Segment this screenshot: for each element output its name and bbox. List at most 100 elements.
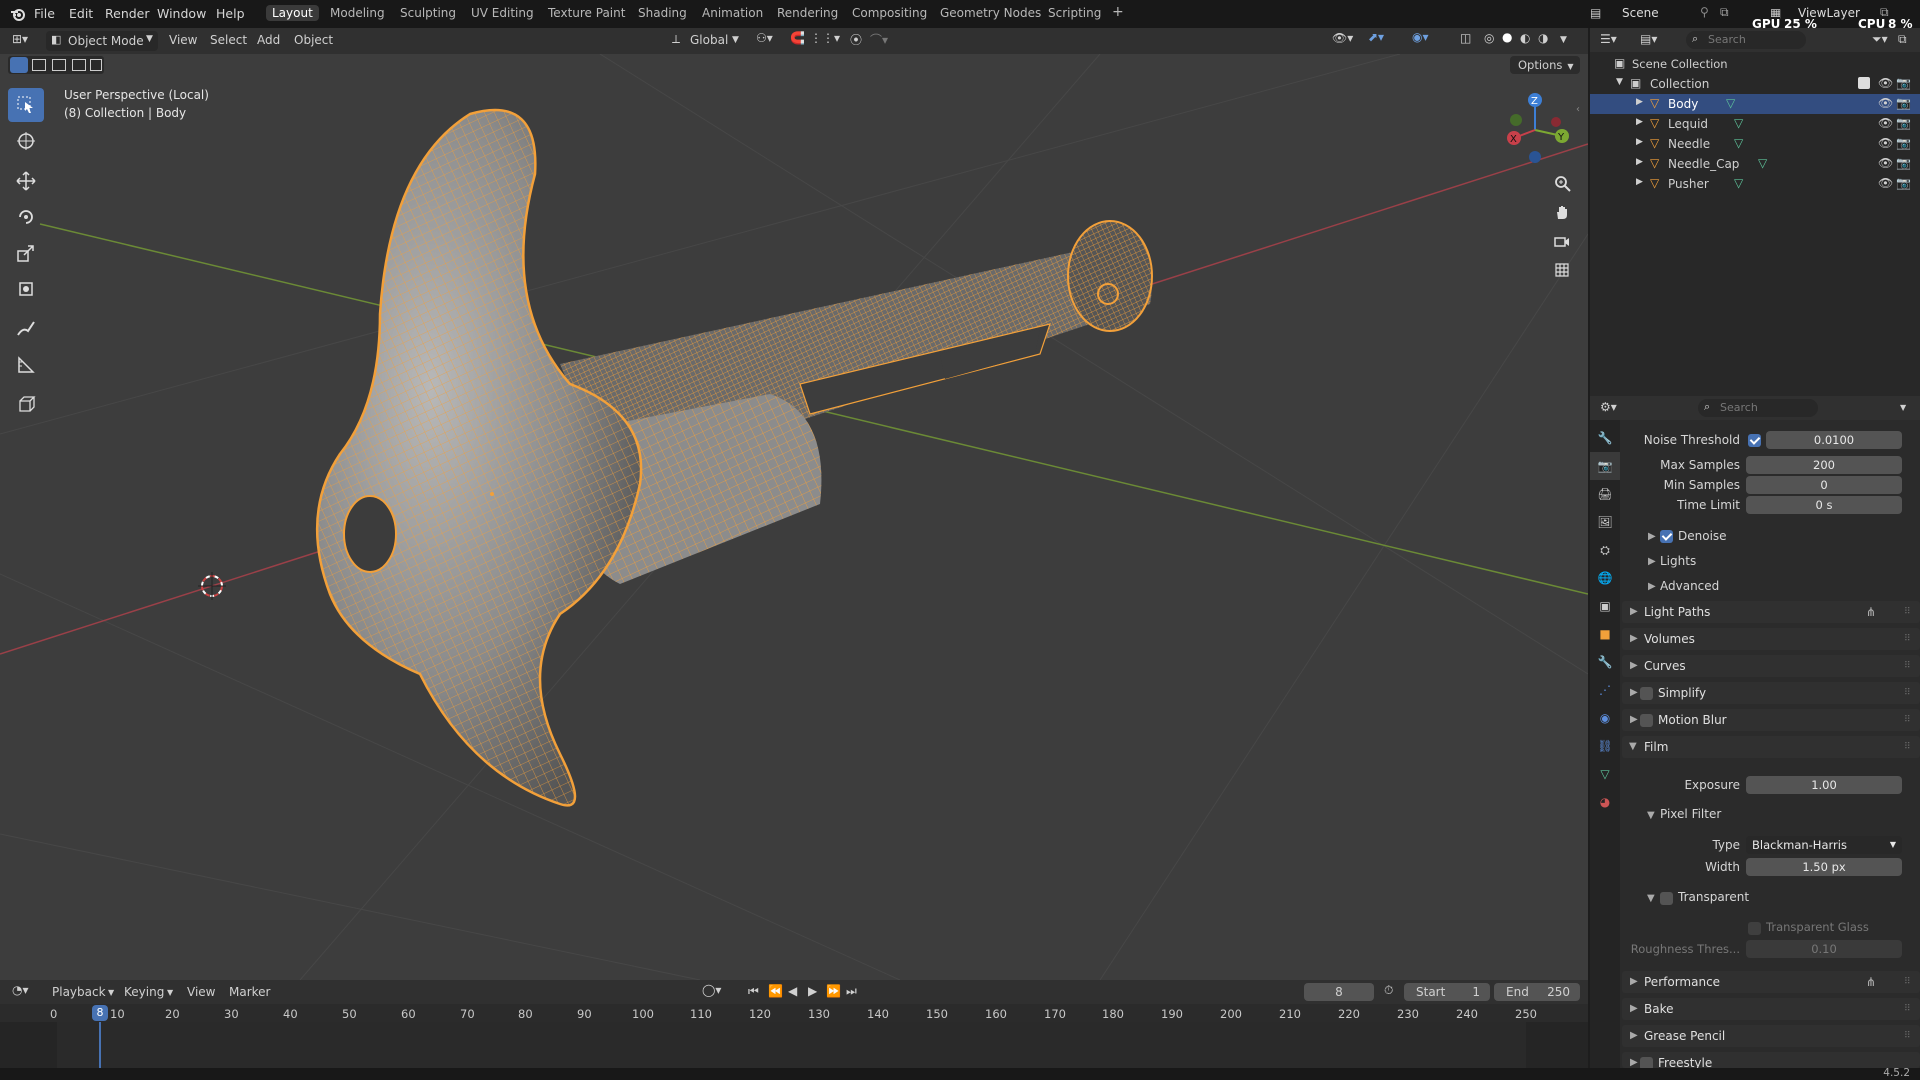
- camera-icon[interactable]: 📷: [1896, 116, 1911, 130]
- volumes-panel[interactable]: ▶ Volumes ⠿: [1622, 628, 1920, 650]
- exclude-checkbox[interactable]: [1858, 77, 1870, 89]
- menu-file[interactable]: File: [34, 6, 55, 21]
- data-tab-icon[interactable]: ▽: [1590, 760, 1620, 788]
- outliner-item-needle[interactable]: ▶ ▽ Needle ▽ 👁 📷: [1590, 134, 1920, 154]
- grease-pencil-panel[interactable]: ▶ Grease Pencil ⠿: [1622, 1025, 1920, 1047]
- 3d-viewport[interactable]: [0, 54, 1588, 980]
- tab-modeling[interactable]: Modeling: [330, 6, 385, 20]
- pivot-icon[interactable]: ⚇▾: [756, 31, 773, 45]
- eye-icon[interactable]: 👁: [1878, 156, 1893, 170]
- menu-help[interactable]: Help: [216, 6, 245, 21]
- exposure-field[interactable]: 1.00: [1746, 776, 1902, 794]
- eye-icon[interactable]: 👁: [1878, 96, 1893, 110]
- menu-edit[interactable]: Edit: [69, 6, 93, 21]
- scene-selector[interactable]: Scene: [1622, 6, 1702, 20]
- min-samples-field[interactable]: 0: [1746, 476, 1902, 494]
- drag-grip-icon[interactable]: ⠿: [1904, 655, 1912, 677]
- zoom-icon[interactable]: [1548, 170, 1576, 196]
- material-shading-icon[interactable]: ◐: [1520, 31, 1530, 45]
- play-reverse-icon[interactable]: ◀: [788, 984, 797, 998]
- preset-icon[interactable]: ⋔: [1866, 971, 1876, 993]
- add-cube-tool[interactable]: [8, 388, 44, 422]
- overlays-icon[interactable]: ◉▾: [1412, 30, 1429, 44]
- outliner-item-needle-cap[interactable]: ▶ ▽ Needle_Cap ▽ 👁 📷: [1590, 154, 1920, 174]
- freestyle-checkbox[interactable]: [1640, 1057, 1653, 1068]
- tab-rendering[interactable]: Rendering: [777, 6, 838, 20]
- properties-search-input[interactable]: ⌕ Search: [1698, 399, 1818, 417]
- drag-grip-icon[interactable]: ⠿: [1904, 709, 1912, 731]
- constraints-tab-icon[interactable]: ⛓: [1590, 732, 1620, 760]
- snap-target-icon[interactable]: ⋮⋮▾: [810, 31, 840, 45]
- denoise-checkbox[interactable]: [1660, 530, 1673, 543]
- select-invert-icon[interactable]: [72, 59, 86, 71]
- visibility-icon[interactable]: 👁▾: [1332, 31, 1353, 45]
- measure-tool[interactable]: [8, 348, 44, 382]
- scene-icon[interactable]: ▤: [1590, 6, 1601, 20]
- transform-orientation-dropdown[interactable]: Global: [690, 33, 728, 47]
- camera-icon[interactable]: 📷: [1896, 156, 1911, 170]
- tool-tab-icon[interactable]: 🔧: [1590, 424, 1620, 452]
- eye-icon[interactable]: 👁: [1878, 136, 1893, 150]
- film-panel[interactable]: ▼ Film ⠿: [1622, 736, 1920, 758]
- camera-icon[interactable]: 📷: [1896, 96, 1911, 110]
- drag-grip-icon[interactable]: ⠿: [1904, 601, 1912, 623]
- cursor-tool[interactable]: [8, 124, 44, 158]
- playhead-marker[interactable]: 8: [92, 1005, 108, 1021]
- drag-grip-icon[interactable]: ⠿: [1904, 682, 1912, 704]
- drag-grip-icon[interactable]: ⠿: [1904, 628, 1912, 650]
- annotate-tool[interactable]: [8, 312, 44, 346]
- proportional-edit-icon[interactable]: ⦿: [850, 31, 862, 48]
- chevron-down-icon[interactable]: ▼: [1647, 893, 1655, 904]
- light-paths-panel[interactable]: ▶ Light Paths ⋔ ⠿: [1622, 601, 1920, 623]
- motion-blur-checkbox[interactable]: [1640, 714, 1653, 727]
- menu-view[interactable]: View: [187, 985, 215, 999]
- wireframe-shading-icon[interactable]: ◎: [1484, 31, 1494, 45]
- collection-tab-icon[interactable]: ▣: [1590, 592, 1620, 620]
- chevron-right-icon[interactable]: ▶: [1636, 177, 1643, 187]
- view-layer-tab-icon[interactable]: 🖼: [1590, 508, 1620, 536]
- tab-sculpting[interactable]: Sculpting: [400, 6, 456, 20]
- physics-tab-icon[interactable]: ◉: [1590, 704, 1620, 732]
- advanced-panel[interactable]: Advanced: [1660, 579, 1719, 593]
- preview-range-icon[interactable]: ⏱: [1384, 983, 1393, 998]
- auto-keying-icon[interactable]: ◯▾: [702, 983, 721, 997]
- freestyle-panel[interactable]: ▶ Freestyle: [1622, 1052, 1920, 1068]
- menu-keying[interactable]: Keying: [124, 985, 164, 999]
- rotate-tool[interactable]: [8, 200, 44, 234]
- gizmo-toggle-icon[interactable]: ⬈▾: [1368, 30, 1384, 44]
- drag-grip-icon[interactable]: ⠿: [1904, 971, 1912, 993]
- denoise-label[interactable]: Denoise: [1678, 529, 1727, 543]
- add-workspace-button[interactable]: +: [1112, 4, 1124, 20]
- camera-icon[interactable]: 📷: [1896, 136, 1911, 150]
- eye-icon[interactable]: 👁: [1878, 176, 1893, 190]
- mode-dropdown[interactable]: ◧ Object Mode ▼: [46, 31, 158, 51]
- simplify-checkbox[interactable]: [1640, 687, 1653, 700]
- transparent-glass-checkbox[interactable]: [1748, 922, 1761, 935]
- start-frame-field[interactable]: Start 1: [1404, 983, 1490, 1001]
- output-tab-icon[interactable]: 🖨: [1590, 480, 1620, 508]
- render-tab-icon[interactable]: 📷: [1590, 452, 1620, 480]
- ortho-grid-icon[interactable]: [1548, 257, 1576, 283]
- chevron-right-icon[interactable]: ▶: [1648, 581, 1656, 592]
- chevron-right-icon[interactable]: ▶: [1648, 531, 1656, 542]
- scene-tab-icon[interactable]: ⛭: [1590, 536, 1620, 564]
- navigation-gizmo[interactable]: Z Y X: [1500, 90, 1570, 170]
- select-new-icon[interactable]: [10, 57, 28, 73]
- options-button[interactable]: Options ▼: [1510, 56, 1580, 74]
- menu-window[interactable]: Window: [157, 6, 206, 21]
- timeline-editor[interactable]: ◔▾ Playback ▼ Keying ▼ View Marker ◯▾ ⏮ …: [0, 980, 1588, 1080]
- motion-blur-panel[interactable]: ▶ Motion Blur ⠿: [1622, 709, 1920, 731]
- menu-select[interactable]: Select: [210, 33, 247, 47]
- snap-icon[interactable]: 🧲: [790, 31, 805, 45]
- drag-grip-icon[interactable]: ⠿: [1904, 1025, 1912, 1047]
- viewport-scene[interactable]: [0, 54, 1588, 980]
- blender-logo-icon[interactable]: [10, 6, 26, 25]
- pan-hand-icon[interactable]: [1548, 199, 1576, 225]
- select-intersect-icon[interactable]: [90, 59, 102, 71]
- tab-geometry-nodes[interactable]: Geometry Nodes: [940, 6, 1041, 20]
- noise-threshold-checkbox[interactable]: [1748, 434, 1761, 447]
- tab-scripting[interactable]: Scripting: [1048, 6, 1101, 20]
- chevron-down-icon[interactable]: ▼: [1900, 403, 1906, 412]
- prev-keyframe-icon[interactable]: ⏪: [768, 984, 783, 998]
- editor-type-icon[interactable]: ⊞▾: [12, 32, 28, 46]
